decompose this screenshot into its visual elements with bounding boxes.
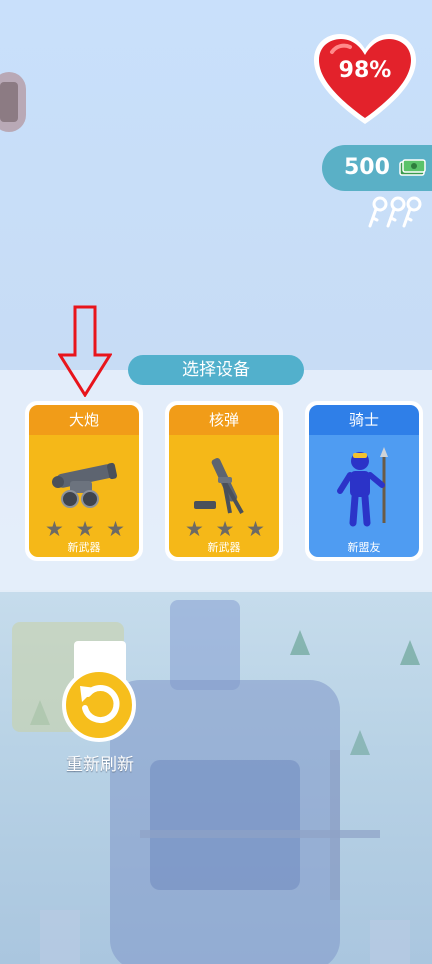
rating-stars: ★ ★ ★: [45, 517, 125, 541]
cash-icon: [399, 159, 426, 176]
star-icon: ★: [185, 517, 204, 541]
star-icon: ★: [215, 517, 235, 541]
hint-arrow-icon: [58, 305, 112, 397]
money-amount: 500: [344, 155, 390, 180]
knight-icon: [337, 447, 388, 527]
star-icon: ★: [246, 517, 265, 541]
card-title: 大炮: [29, 405, 139, 435]
card-knight[interactable]: 骑士 新盟友: [305, 401, 423, 561]
health-percent: 98%: [338, 58, 392, 83]
panel-title: 选择设备: [128, 355, 304, 385]
rating-stars: ★ ★ ★: [185, 517, 265, 541]
star-icon: ★: [106, 517, 125, 541]
card-title: 核弹: [169, 405, 279, 435]
refresh-icon: [80, 685, 120, 723]
keys-icon: [368, 196, 422, 228]
refresh-label: 重新刷新: [66, 755, 134, 775]
card-footer: 新武器: [67, 541, 101, 554]
card-footer: 新盟友: [347, 541, 381, 554]
refresh-button[interactable]: [62, 668, 136, 742]
star-icon: ★: [75, 517, 95, 541]
player-avatar[interactable]: [0, 72, 26, 132]
card-mortar[interactable]: 核弹 ★ ★ ★ 新武器: [165, 401, 283, 561]
card-cannon[interactable]: 大炮 ★ ★ ★ 新武器: [25, 401, 143, 561]
cannon-icon: [52, 462, 118, 508]
mortar-icon: [194, 458, 244, 514]
card-title: 骑士: [309, 405, 419, 435]
card-footer: 新武器: [207, 541, 241, 554]
star-icon: ★: [45, 517, 64, 541]
